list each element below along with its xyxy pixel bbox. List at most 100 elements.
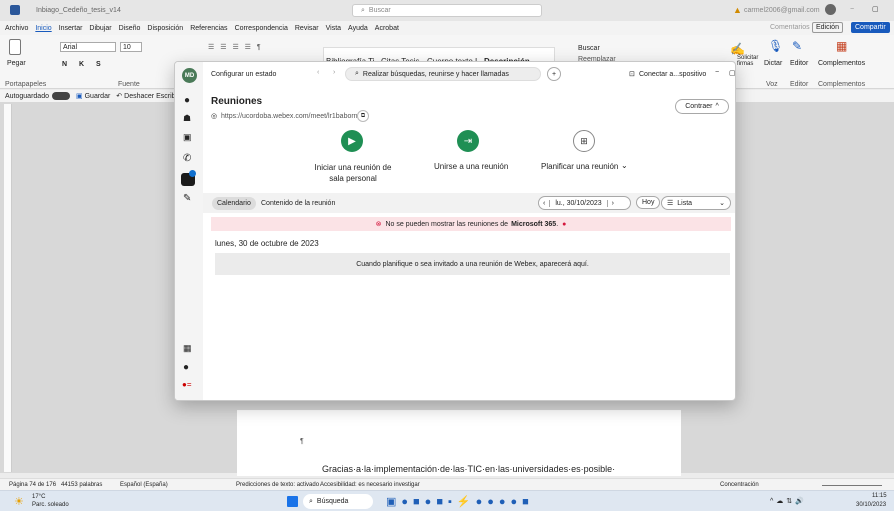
today-button[interactable]: Hoy bbox=[636, 196, 661, 209]
editor-button[interactable]: Editor bbox=[790, 60, 808, 67]
settings-icon[interactable]: ●= bbox=[182, 380, 192, 389]
title-search-placeholder: Buscar bbox=[368, 7, 391, 14]
add-ins-icon[interactable]: ▦ bbox=[836, 39, 847, 53]
tab-revisar[interactable]: Revisar bbox=[295, 25, 319, 32]
join-meeting-button[interactable]: ⇥ bbox=[457, 130, 479, 152]
language[interactable]: Español (España) bbox=[120, 482, 168, 488]
error-message: No se pueden mostrar las reuniones de bbox=[385, 220, 509, 228]
title-search-box[interactable]: ⌕ Buscar bbox=[352, 4, 542, 17]
device-icon[interactable]: ⊡ bbox=[629, 70, 635, 78]
tab-meeting-content[interactable]: Contenido de la reunión bbox=[261, 200, 335, 207]
tab-ayuda[interactable]: Ayuda bbox=[348, 25, 368, 32]
word-count[interactable]: 44153 palabras bbox=[61, 482, 102, 488]
undo-icon[interactable]: ↶ bbox=[116, 92, 122, 100]
font-format-icons[interactable]: N K S bbox=[62, 61, 106, 68]
tab-archivo[interactable]: Archivo bbox=[5, 25, 28, 32]
forward-icon[interactable]: › bbox=[333, 69, 335, 76]
clock-time[interactable]: 11:15 bbox=[872, 493, 887, 499]
accessibility-status[interactable]: Accesibilidad: es necesario investigar bbox=[320, 482, 420, 488]
request-signatures-button[interactable]: Solicitar firmas bbox=[737, 55, 767, 67]
tab-disposicion[interactable]: Disposición bbox=[147, 25, 183, 32]
share-button[interactable]: Compartir bbox=[851, 22, 890, 33]
new-button[interactable]: + bbox=[547, 67, 561, 81]
editor-icon[interactable]: ✎ bbox=[792, 39, 802, 53]
document-page[interactable]: ¶ Gracias·a·la·implementación·de·las·TIC… bbox=[237, 410, 681, 476]
weather-desc[interactable]: Parc. soleado bbox=[32, 502, 69, 508]
sidebar-item-meetings[interactable] bbox=[181, 170, 196, 186]
tab-calendar[interactable]: Calendario bbox=[212, 197, 256, 210]
microphone-icon[interactable]: 🎙 bbox=[768, 39, 783, 53]
autosave-toggle[interactable] bbox=[51, 92, 70, 100]
apps-icon[interactable]: ▦ bbox=[183, 343, 192, 354]
schedule-meeting-label[interactable]: Planificar una reunión bbox=[541, 162, 618, 171]
document-text-line[interactable]: Gracias·a·la·implementación·de·las·TIC·e… bbox=[322, 464, 615, 474]
zoom-slider[interactable] bbox=[822, 485, 882, 486]
add-ins-button[interactable]: Complementos bbox=[818, 60, 865, 67]
account-email[interactable]: carmel2006@gmail.com bbox=[744, 7, 820, 14]
teams-icon[interactable]: ☗ bbox=[183, 113, 191, 124]
font-size-box[interactable]: 10 bbox=[120, 42, 142, 52]
view-selector[interactable]: ☰ Lista ⌄ bbox=[661, 196, 731, 210]
info-icon[interactable]: ● bbox=[562, 221, 566, 228]
document-filename[interactable]: Inbiago_Cedeño_tesis_v14 bbox=[36, 7, 121, 14]
page-title: Reuniones bbox=[211, 96, 263, 107]
help-icon[interactable]: ● bbox=[183, 362, 189, 373]
dictate-button[interactable]: Dictar bbox=[764, 60, 782, 67]
avatar[interactable]: MD bbox=[182, 68, 197, 83]
collapse-button[interactable]: Contraer ^ bbox=[675, 99, 729, 114]
paste-button[interactable]: Pegar bbox=[7, 60, 26, 67]
clock-date[interactable]: 30/10/2023 bbox=[856, 502, 886, 508]
join-meeting-label[interactable]: Unirse a una reunión bbox=[434, 162, 508, 171]
personal-room-link[interactable]: https://ucordoba.webex.com/meet/lr1babor… bbox=[221, 113, 358, 120]
tab-dibujar[interactable]: Dibujar bbox=[89, 25, 111, 32]
window-restore-icon[interactable]: ▢ bbox=[872, 5, 879, 13]
personal-room-button[interactable]: ▶ bbox=[341, 130, 363, 152]
save-button[interactable]: Guardar bbox=[85, 93, 111, 100]
tab-diseno[interactable]: Diseño bbox=[119, 25, 141, 32]
chevron-down-icon[interactable]: ⌄ bbox=[621, 161, 628, 170]
account-avatar[interactable] bbox=[825, 4, 836, 15]
save-icon[interactable]: ▣ bbox=[76, 92, 83, 100]
signature-icon[interactable]: ✍ bbox=[730, 42, 745, 56]
messaging-icon[interactable]: ● bbox=[184, 95, 190, 106]
font-name-box[interactable]: Arial bbox=[60, 42, 116, 52]
schedule-meeting-button[interactable]: ⊞ bbox=[573, 130, 595, 152]
find-button[interactable]: Buscar bbox=[578, 45, 600, 52]
text-predictions[interactable]: Predicciones de texto: activado bbox=[236, 482, 319, 488]
tab-correspondencia[interactable]: Correspondencia bbox=[235, 25, 288, 32]
phone-icon[interactable]: ✆ bbox=[183, 153, 191, 164]
back-icon[interactable]: ‹ bbox=[317, 69, 319, 76]
maximize-icon[interactable]: ▢ bbox=[729, 69, 735, 77]
tray-icons[interactable]: ^☁⇅🔊 bbox=[770, 497, 807, 505]
weather-icon[interactable]: ☀ bbox=[14, 495, 24, 508]
tab-vista[interactable]: Vista bbox=[326, 25, 341, 32]
tab-acrobat[interactable]: Acrobat bbox=[375, 25, 399, 32]
whiteboard-icon[interactable]: ✎ bbox=[183, 193, 191, 204]
comments-button[interactable]: Comentarios bbox=[770, 24, 810, 31]
warning-icon[interactable]: ▲ bbox=[733, 5, 742, 15]
taskbar-app-icons[interactable]: ▣●■●■▪⚡●●●●■ bbox=[386, 495, 534, 508]
tab-referencias[interactable]: Referencias bbox=[190, 25, 227, 32]
start-icon[interactable] bbox=[287, 496, 298, 507]
connect-device-button[interactable]: Conectar a...spositivo bbox=[639, 71, 706, 78]
next-day-icon[interactable]: › bbox=[608, 200, 618, 207]
paragraph-icons[interactable]: ☰ ☰ ☰ ☰ ¶ bbox=[208, 43, 263, 51]
date-navigator[interactable]: ‹ lu., 30/10/2023 › bbox=[538, 196, 631, 210]
contacts-icon[interactable]: ▣ bbox=[183, 132, 192, 143]
tab-insertar[interactable]: Insertar bbox=[59, 25, 83, 32]
global-search[interactable]: ⌕ Realizar búsquedas, reunirse y hacer l… bbox=[345, 67, 541, 81]
weather-temp[interactable]: 17°C bbox=[32, 494, 45, 500]
tab-inicio[interactable]: Inicio bbox=[35, 25, 51, 32]
copy-link-button[interactable]: ⧉ bbox=[357, 110, 369, 122]
editing-button[interactable]: Edición bbox=[812, 22, 843, 33]
minimize-icon[interactable]: − bbox=[850, 6, 854, 13]
paste-icon[interactable] bbox=[9, 39, 21, 55]
focus-mode-button[interactable]: Concentración bbox=[720, 482, 759, 488]
paragraph-mark: ¶ bbox=[300, 438, 304, 445]
minimize-icon[interactable]: − bbox=[715, 69, 719, 76]
taskbar-search[interactable]: ⌕ Búsqueda bbox=[303, 494, 373, 509]
set-status-button[interactable]: Configurar un estado bbox=[211, 71, 276, 78]
personal-room-label[interactable]: Iniciar una reunión de sala personal bbox=[307, 162, 399, 184]
prev-day-icon[interactable]: ‹ bbox=[539, 199, 551, 207]
page-count[interactable]: Página 74 de 176 bbox=[9, 482, 56, 488]
